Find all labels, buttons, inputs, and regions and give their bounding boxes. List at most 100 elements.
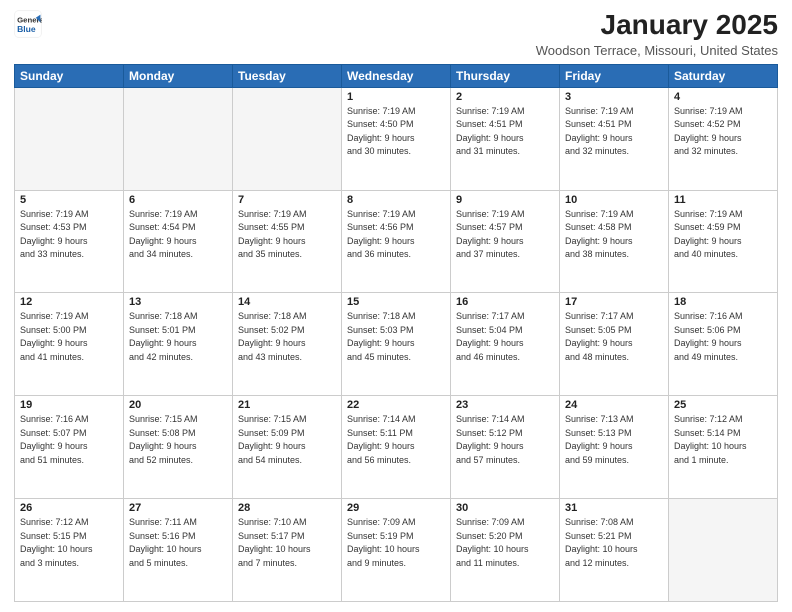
calendar-cell: 14 Sunrise: 7:18 AM Sunset: 5:02 PM Dayli… xyxy=(233,293,342,396)
day-number: 23 xyxy=(456,399,554,411)
day-info: Sunrise: 7:19 AM Sunset: 5:00 PM Dayligh… xyxy=(20,310,118,364)
day-number: 22 xyxy=(347,399,445,411)
calendar-week-row: 26 Sunrise: 7:12 AM Sunset: 5:15 PM Dayli… xyxy=(15,499,778,602)
day-info: Sunrise: 7:09 AM Sunset: 5:19 PM Dayligh… xyxy=(347,516,445,570)
day-number: 26 xyxy=(20,502,118,514)
calendar-cell: 9 Sunrise: 7:19 AM Sunset: 4:57 PM Daylig… xyxy=(451,190,560,293)
day-number: 6 xyxy=(129,194,227,206)
calendar-cell: 28 Sunrise: 7:10 AM Sunset: 5:17 PM Dayli… xyxy=(233,499,342,602)
calendar-cell: 27 Sunrise: 7:11 AM Sunset: 5:16 PM Dayli… xyxy=(124,499,233,602)
subtitle: Woodson Terrace, Missouri, United States xyxy=(536,43,778,58)
calendar-cell: 12 Sunrise: 7:19 AM Sunset: 5:00 PM Dayli… xyxy=(15,293,124,396)
calendar-cell: 1 Sunrise: 7:19 AM Sunset: 4:50 PM Daylig… xyxy=(342,87,451,190)
day-info: Sunrise: 7:19 AM Sunset: 4:57 PM Dayligh… xyxy=(456,208,554,262)
day-info: Sunrise: 7:09 AM Sunset: 5:20 PM Dayligh… xyxy=(456,516,554,570)
day-info: Sunrise: 7:08 AM Sunset: 5:21 PM Dayligh… xyxy=(565,516,663,570)
day-info: Sunrise: 7:19 AM Sunset: 4:50 PM Dayligh… xyxy=(347,105,445,159)
calendar-cell: 7 Sunrise: 7:19 AM Sunset: 4:55 PM Daylig… xyxy=(233,190,342,293)
day-info: Sunrise: 7:18 AM Sunset: 5:02 PM Dayligh… xyxy=(238,310,336,364)
calendar-cell: 22Sunrise: 7:14 AM Sunset: 5:11 PM Dayli… xyxy=(342,396,451,499)
calendar-cell: 8 Sunrise: 7:19 AM Sunset: 4:56 PM Daylig… xyxy=(342,190,451,293)
main-title: January 2025 xyxy=(536,10,778,41)
weekday-header-monday: Monday xyxy=(124,64,233,87)
day-number: 12 xyxy=(20,296,118,308)
calendar-cell: 3 Sunrise: 7:19 AM Sunset: 4:51 PM Daylig… xyxy=(560,87,669,190)
weekday-header-tuesday: Tuesday xyxy=(233,64,342,87)
logo-icon: General Blue xyxy=(14,10,42,38)
day-number: 25 xyxy=(674,399,772,411)
weekday-header-thursday: Thursday xyxy=(451,64,560,87)
day-number: 10 xyxy=(565,194,663,206)
calendar-cell: 10 Sunrise: 7:19 AM Sunset: 4:58 PM Dayli… xyxy=(560,190,669,293)
calendar-cell: 19 Sunrise: 7:16 AM Sunset: 5:07 PM Dayli… xyxy=(15,396,124,499)
header: General Blue January 2025 Woodson Terrac… xyxy=(14,10,778,58)
day-info: Sunrise: 7:17 AM Sunset: 5:05 PM Dayligh… xyxy=(565,310,663,364)
calendar-week-row: 12 Sunrise: 7:19 AM Sunset: 5:00 PM Dayli… xyxy=(15,293,778,396)
day-number: 19 xyxy=(20,399,118,411)
day-number: 1 xyxy=(347,91,445,103)
day-number: 21 xyxy=(238,399,336,411)
day-info: Sunrise: 7:16 AM Sunset: 5:06 PM Dayligh… xyxy=(674,310,772,364)
day-info: Sunrise: 7:19 AM Sunset: 4:58 PM Dayligh… xyxy=(565,208,663,262)
day-number: 13 xyxy=(129,296,227,308)
calendar-cell: 13 Sunrise: 7:18 AM Sunset: 5:01 PM Dayli… xyxy=(124,293,233,396)
calendar-cell: 23 Sunrise: 7:14 AM Sunset: 5:12 PM Dayli… xyxy=(451,396,560,499)
day-info: Sunrise: 7:19 AM Sunset: 4:51 PM Dayligh… xyxy=(565,105,663,159)
day-number: 11 xyxy=(674,194,772,206)
day-number: 16 xyxy=(456,296,554,308)
day-info: Sunrise: 7:13 AM Sunset: 5:13 PM Dayligh… xyxy=(565,413,663,467)
calendar-cell xyxy=(233,87,342,190)
day-number: 15 xyxy=(347,296,445,308)
calendar-cell: 26 Sunrise: 7:12 AM Sunset: 5:15 PM Dayli… xyxy=(15,499,124,602)
calendar-cell: 29Sunrise: 7:09 AM Sunset: 5:19 PM Dayli… xyxy=(342,499,451,602)
day-info: Sunrise: 7:19 AM Sunset: 4:53 PM Dayligh… xyxy=(20,208,118,262)
day-number: 14 xyxy=(238,296,336,308)
day-info: Sunrise: 7:12 AM Sunset: 5:15 PM Dayligh… xyxy=(20,516,118,570)
weekday-header-saturday: Saturday xyxy=(669,64,778,87)
day-info: Sunrise: 7:18 AM Sunset: 5:01 PM Dayligh… xyxy=(129,310,227,364)
calendar-week-row: 5 Sunrise: 7:19 AM Sunset: 4:53 PM Daylig… xyxy=(15,190,778,293)
day-number: 2 xyxy=(456,91,554,103)
calendar-header-row: SundayMondayTuesdayWednesdayThursdayFrid… xyxy=(15,64,778,87)
calendar-cell xyxy=(124,87,233,190)
day-number: 5 xyxy=(20,194,118,206)
calendar-cell: 6 Sunrise: 7:19 AM Sunset: 4:54 PM Daylig… xyxy=(124,190,233,293)
calendar-cell: 2 Sunrise: 7:19 AM Sunset: 4:51 PM Daylig… xyxy=(451,87,560,190)
day-number: 8 xyxy=(347,194,445,206)
calendar-cell xyxy=(669,499,778,602)
calendar-week-row: 19 Sunrise: 7:16 AM Sunset: 5:07 PM Dayli… xyxy=(15,396,778,499)
day-info: Sunrise: 7:15 AM Sunset: 5:09 PM Dayligh… xyxy=(238,413,336,467)
day-number: 28 xyxy=(238,502,336,514)
day-info: Sunrise: 7:19 AM Sunset: 4:52 PM Dayligh… xyxy=(674,105,772,159)
day-number: 3 xyxy=(565,91,663,103)
calendar-cell: 16 Sunrise: 7:17 AM Sunset: 5:04 PM Dayli… xyxy=(451,293,560,396)
day-number: 9 xyxy=(456,194,554,206)
day-number: 20 xyxy=(129,399,227,411)
day-info: Sunrise: 7:19 AM Sunset: 4:56 PM Dayligh… xyxy=(347,208,445,262)
day-number: 27 xyxy=(129,502,227,514)
page: General Blue January 2025 Woodson Terrac… xyxy=(0,0,792,612)
day-info: Sunrise: 7:19 AM Sunset: 4:55 PM Dayligh… xyxy=(238,208,336,262)
title-block: January 2025 Woodson Terrace, Missouri, … xyxy=(536,10,778,58)
calendar-cell: 20 Sunrise: 7:15 AM Sunset: 5:08 PM Dayli… xyxy=(124,396,233,499)
weekday-header-wednesday: Wednesday xyxy=(342,64,451,87)
day-number: 24 xyxy=(565,399,663,411)
day-number: 30 xyxy=(456,502,554,514)
calendar-week-row: 1 Sunrise: 7:19 AM Sunset: 4:50 PM Daylig… xyxy=(15,87,778,190)
day-info: Sunrise: 7:19 AM Sunset: 4:51 PM Dayligh… xyxy=(456,105,554,159)
weekday-header-friday: Friday xyxy=(560,64,669,87)
calendar-cell: 31Sunrise: 7:08 AM Sunset: 5:21 PM Dayli… xyxy=(560,499,669,602)
svg-text:Blue: Blue xyxy=(17,24,36,34)
day-info: Sunrise: 7:11 AM Sunset: 5:16 PM Dayligh… xyxy=(129,516,227,570)
calendar-cell: 18Sunrise: 7:16 AM Sunset: 5:06 PM Dayli… xyxy=(669,293,778,396)
calendar-cell: 15Sunrise: 7:18 AM Sunset: 5:03 PM Dayli… xyxy=(342,293,451,396)
calendar-cell: 21 Sunrise: 7:15 AM Sunset: 5:09 PM Dayli… xyxy=(233,396,342,499)
day-info: Sunrise: 7:19 AM Sunset: 4:54 PM Dayligh… xyxy=(129,208,227,262)
day-info: Sunrise: 7:16 AM Sunset: 5:07 PM Dayligh… xyxy=(20,413,118,467)
day-info: Sunrise: 7:14 AM Sunset: 5:12 PM Dayligh… xyxy=(456,413,554,467)
day-number: 7 xyxy=(238,194,336,206)
day-info: Sunrise: 7:19 AM Sunset: 4:59 PM Dayligh… xyxy=(674,208,772,262)
day-info: Sunrise: 7:15 AM Sunset: 5:08 PM Dayligh… xyxy=(129,413,227,467)
day-info: Sunrise: 7:17 AM Sunset: 5:04 PM Dayligh… xyxy=(456,310,554,364)
day-info: Sunrise: 7:10 AM Sunset: 5:17 PM Dayligh… xyxy=(238,516,336,570)
